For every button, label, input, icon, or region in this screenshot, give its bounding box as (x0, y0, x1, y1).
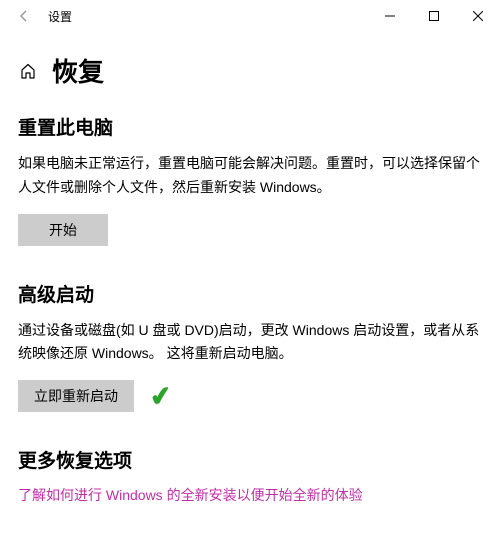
section-heading: 重置此电脑 (18, 113, 482, 140)
page-header: 恢复 (0, 32, 500, 103)
section-heading: 更多恢复选项 (18, 446, 482, 473)
window-controls (368, 0, 500, 32)
section-body: 如果电脑未正常运行，重置电脑可能会解决问题。重置时，可以选择保留个人文件或删除个… (18, 152, 482, 200)
content-area: 重置此电脑 如果电脑未正常运行，重置电脑可能会解决问题。重置时，可以选择保留个人… (0, 113, 500, 505)
page-title: 恢复 (52, 52, 104, 89)
button-row: 立即重新启动 ✔ (18, 380, 482, 412)
checkmark-icon: ✔ (148, 379, 174, 413)
section-heading: 高级启动 (18, 280, 482, 307)
window-title: 设置 (48, 8, 72, 25)
section-reset-pc: 重置此电脑 如果电脑未正常运行，重置电脑可能会解决问题。重置时，可以选择保留个人… (18, 113, 482, 246)
section-advanced-startup: 高级启动 通过设备或磁盘(如 U 盘或 DVD)启动，更改 Windows 启动… (18, 280, 482, 413)
start-button[interactable]: 开始 (18, 214, 108, 246)
close-button[interactable] (456, 0, 500, 32)
back-button[interactable] (8, 0, 40, 32)
maximize-button[interactable] (412, 0, 456, 32)
fresh-install-link[interactable]: 了解如何进行 Windows 的全新安装以便开始全新的体验 (18, 485, 482, 505)
titlebar: 设置 (0, 0, 500, 32)
minimize-button[interactable] (368, 0, 412, 32)
home-icon[interactable] (18, 61, 38, 81)
section-more-recovery: 更多恢复选项 了解如何进行 Windows 的全新安装以便开始全新的体验 (18, 446, 482, 505)
restart-now-button[interactable]: 立即重新启动 (18, 380, 134, 412)
section-body: 通过设备或磁盘(如 U 盘或 DVD)启动，更改 Windows 启动设置，或者… (18, 319, 482, 367)
